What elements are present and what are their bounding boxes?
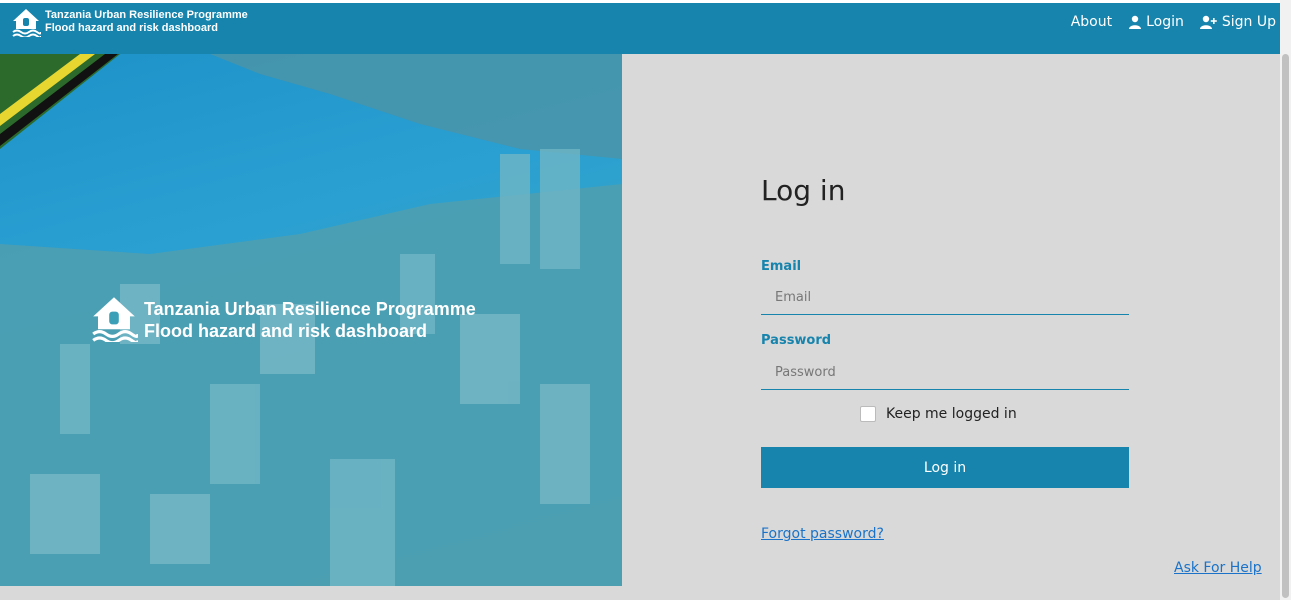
hero-brand: Tanzania Urban Resilience Programme Floo… xyxy=(90,294,476,342)
nav-about[interactable]: About xyxy=(1071,14,1112,30)
house-flood-icon xyxy=(12,9,41,37)
nav-signup[interactable]: Sign Up xyxy=(1199,14,1276,30)
hero-image: Tanzania Urban Resilience Programme Floo… xyxy=(0,54,622,586)
forgot-password-link[interactable]: Forgot password? xyxy=(761,526,884,542)
nav-login[interactable]: Login xyxy=(1128,14,1184,30)
login-button[interactable]: Log in xyxy=(761,447,1129,488)
login-title: Log in xyxy=(761,174,846,207)
house-flood-icon xyxy=(92,297,138,342)
password-field[interactable] xyxy=(761,356,1129,390)
hero-brand-text: Tanzania Urban Resilience Programme Floo… xyxy=(144,298,476,342)
ask-for-help-link[interactable]: Ask For Help xyxy=(1174,560,1262,576)
nav-about-label: About xyxy=(1070,14,1113,30)
scrollbar[interactable] xyxy=(1280,0,1291,600)
nav-login-label: Login xyxy=(1146,14,1184,30)
navbar: Tanzania Urban Resilience Programme Floo… xyxy=(0,3,1280,54)
nav-signup-label: Sign Up xyxy=(1221,14,1276,30)
remember-label: Keep me logged in xyxy=(886,406,1017,422)
password-label: Password xyxy=(761,333,832,348)
hero-line2: Flood hazard and risk dashboard xyxy=(144,321,428,341)
nav-links: About Login Sign Up xyxy=(1071,14,1276,30)
email-field[interactable] xyxy=(761,281,1129,315)
brand-text: Tanzania Urban Resilience Programme Floo… xyxy=(45,9,248,35)
email-label: Email xyxy=(761,259,802,274)
brand-logo[interactable]: Tanzania Urban Resilience Programme Floo… xyxy=(11,7,248,37)
brand-line1: Tanzania Urban Resilience Programme xyxy=(45,9,248,21)
scrollbar-thumb[interactable] xyxy=(1282,54,1289,598)
hero-line1: Tanzania Urban Resilience Programme xyxy=(144,299,476,319)
user-plus-icon xyxy=(1199,15,1217,29)
user-icon xyxy=(1129,15,1142,29)
brand-line2: Flood hazard and risk dashboard xyxy=(45,22,218,34)
remember-checkbox[interactable] xyxy=(860,406,876,422)
remember-me: Keep me logged in xyxy=(860,406,1017,422)
